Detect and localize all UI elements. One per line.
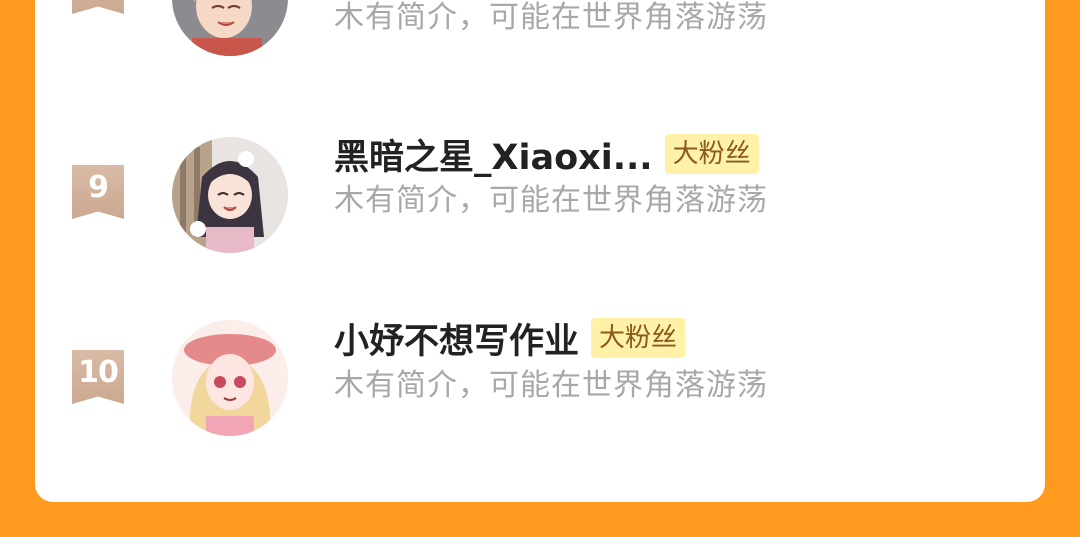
name-line: 黑暗之星_Xiaoxi... 大粉丝 xyxy=(334,132,759,178)
user-name[interactable]: 小妤不想写作业 xyxy=(334,313,579,364)
fan-level-badge: 大粉丝 xyxy=(664,134,759,174)
rank-ribbon-icon: 9 xyxy=(72,165,124,219)
user-bio: 木有简介，可能在世界角落游荡 xyxy=(334,183,768,218)
list-item[interactable]: 8 木有简介，可能在世界角落游荡 xyxy=(35,0,1045,90)
user-bio: 木有简介，可能在世界角落游荡 xyxy=(334,0,768,35)
rank-ribbon-icon: 8 xyxy=(72,0,124,14)
list-item[interactable]: 9 黑暗之星_Xiaoxi... 大粉丝 木有简介，可能在世界角落游荡 xyxy=(35,133,1045,283)
rank-number: 9 xyxy=(88,170,109,205)
avatar-image xyxy=(172,320,288,436)
rank-number: 10 xyxy=(78,355,119,390)
rank-ribbon-icon: 10 xyxy=(72,350,124,404)
fan-level-badge: 大粉丝 xyxy=(591,318,686,358)
avatar[interactable] xyxy=(172,320,288,436)
avatar[interactable] xyxy=(172,0,288,56)
avatar-image xyxy=(172,0,288,56)
avatar-image xyxy=(172,137,288,253)
user-bio: 木有简介，可能在世界角落游荡 xyxy=(334,368,768,403)
name-line: 小妤不想写作业 大粉丝 xyxy=(334,316,686,362)
user-name[interactable]: 黑暗之星_Xiaoxi... xyxy=(334,129,653,180)
list-item[interactable]: 10 小妤不想写作业 大粉丝 木有简介，可能在世界角落游荡 xyxy=(35,318,1045,468)
fan-ranking-card: 8 木有简介，可能在世界角落游荡 9 xyxy=(35,0,1045,502)
avatar[interactable] xyxy=(172,137,288,253)
